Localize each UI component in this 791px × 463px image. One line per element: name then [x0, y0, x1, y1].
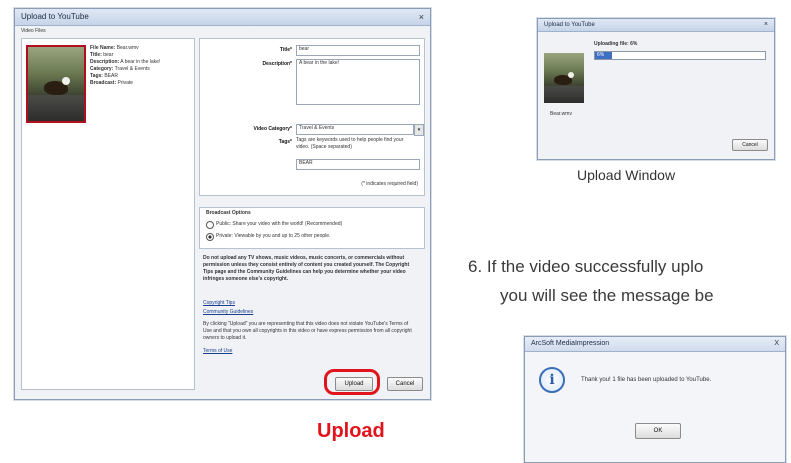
- upload-window-titlebar: Upload to YouTube ×: [538, 19, 774, 32]
- upload-window-title: Upload to YouTube: [544, 22, 595, 28]
- broadcast-options: Broadcast Options Public: Share your vid…: [199, 207, 425, 249]
- upload-dialog: Upload to YouTube × Video Files File Nam…: [14, 8, 431, 400]
- section-label: Video Files: [21, 28, 46, 34]
- file-info-list: File Name: Bear.wmv Title: bear Descript…: [90, 45, 161, 86]
- terms-agreement: By clicking "Upload" you are representin…: [203, 321, 412, 341]
- upload-button-highlight: [324, 369, 380, 395]
- message-box: ArcSoft MediaImpression X i Thank you! 1…: [524, 336, 786, 463]
- video-thumbnail: [26, 45, 86, 123]
- instruction-line-2: you will see the message be: [500, 286, 714, 305]
- upload-status: Uploading file: 6%: [594, 41, 638, 47]
- tags-help: Tags are keywords used to help people fi…: [296, 137, 404, 150]
- public-option-label: Public: Share your video with the world!…: [216, 221, 343, 227]
- private-radio[interactable]: [206, 233, 214, 241]
- file-info-panel: File Name: Bear.wmv Title: bear Descript…: [21, 38, 195, 390]
- description-field[interactable]: A bear in the lake!: [296, 59, 420, 105]
- broadcast-heading: Broadcast Options: [206, 210, 251, 216]
- message-text: Thank you! 1 file has been uploaded to Y…: [581, 377, 712, 383]
- close-icon[interactable]: ×: [764, 19, 768, 31]
- chevron-down-icon[interactable]: ▾: [414, 124, 424, 136]
- upload-progress-bar: 6%: [594, 51, 766, 60]
- cancel-button[interactable]: Cancel: [387, 377, 423, 391]
- copyright-warning: Do not upload any TV shows, music videos…: [203, 255, 410, 282]
- title-field[interactable]: bear: [296, 45, 420, 56]
- file-name: Bear.wmv: [550, 111, 572, 117]
- upload-window: Upload to YouTube × Uploading file: 6% 6…: [537, 18, 775, 160]
- video-thumbnail: [544, 53, 584, 103]
- terms-panel: Do not upload any TV shows, music videos…: [199, 255, 423, 363]
- community-guidelines-link[interactable]: Community Guidelines: [203, 309, 253, 316]
- category-select[interactable]: Travel & Events: [296, 124, 414, 135]
- cancel-button[interactable]: Cancel: [732, 139, 768, 151]
- dialog-titlebar: Upload to YouTube ×: [15, 9, 430, 26]
- details-form: Title* bear Description* A bear in the l…: [199, 38, 425, 196]
- ok-button[interactable]: OK: [635, 423, 681, 439]
- upload-window-caption: Upload Window: [577, 167, 676, 183]
- required-note: (* indicates required field): [361, 181, 418, 187]
- copyright-tips-link[interactable]: Copyright Tips: [203, 300, 235, 307]
- instruction-line-1: 6. If the video successfully uplo: [468, 257, 704, 276]
- info-icon: i: [539, 367, 565, 393]
- close-icon[interactable]: X: [774, 337, 779, 351]
- tags-field[interactable]: BEAR: [296, 159, 420, 170]
- upload-caption: Upload: [317, 420, 385, 442]
- tags-label: Tags*: [278, 139, 292, 145]
- category-value: Travel & Events: [299, 125, 335, 131]
- message-box-title: ArcSoft MediaImpression: [531, 340, 610, 347]
- title-label: Title*: [279, 47, 292, 53]
- close-icon[interactable]: ×: [419, 9, 424, 25]
- private-option-label: Private: Viewable by you and up to 25 ot…: [216, 233, 331, 239]
- public-radio[interactable]: [206, 221, 214, 229]
- terms-of-use-link[interactable]: Terms of Use: [203, 348, 232, 355]
- progress-text: 6%: [597, 52, 605, 58]
- description-label: Description*: [262, 61, 292, 67]
- dialog-title: Upload to YouTube: [21, 12, 89, 21]
- message-box-titlebar: ArcSoft MediaImpression X: [525, 337, 785, 352]
- category-label: Video Category*: [253, 126, 292, 132]
